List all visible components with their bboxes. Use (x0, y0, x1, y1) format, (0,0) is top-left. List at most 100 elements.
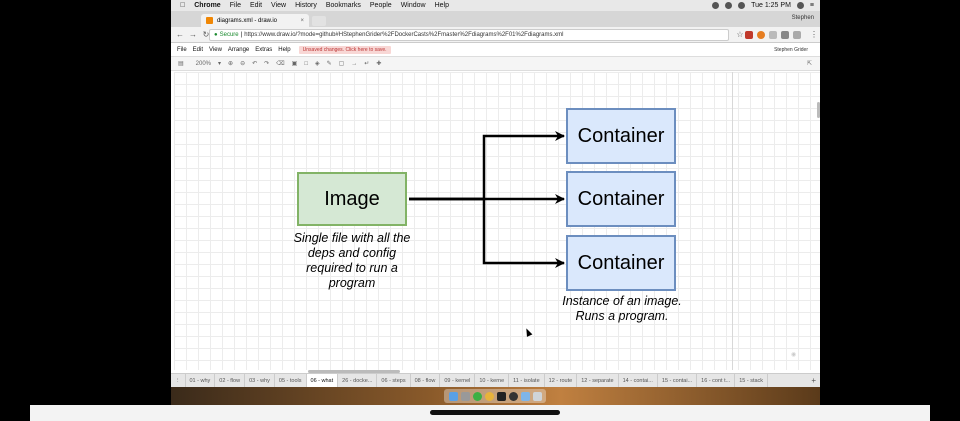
menubar-bookmarks[interactable]: Bookmarks (326, 2, 361, 9)
page-tab[interactable]: 02 - flow (215, 373, 246, 388)
waypoints-icon[interactable]: ↵ (364, 60, 369, 67)
page-tab-active[interactable]: 06 - what (306, 373, 339, 388)
page-tab[interactable]: 15 - stack (735, 373, 769, 388)
page-tab[interactable]: 03 - why (245, 373, 275, 388)
zoom-out-icon[interactable]: ⊖ (240, 60, 245, 67)
vertical-scrollbar[interactable] (817, 102, 820, 118)
redo-icon[interactable]: ↷ (264, 60, 269, 67)
browser-profile-name[interactable]: Stephen (792, 15, 814, 21)
page-tabs-menu-icon[interactable]: ⋮ (171, 373, 186, 388)
shadow-icon[interactable]: ▢ (339, 60, 345, 67)
menubar-window[interactable]: Window (401, 2, 426, 9)
url-text: https://www.draw.io/?mode=github#HStephe… (244, 32, 564, 38)
format-panel-icon[interactable]: ▤ (178, 60, 184, 67)
app-icon[interactable] (472, 391, 482, 401)
menubar-clock[interactable]: Tue 1:25 PM (751, 2, 791, 9)
to-back-icon[interactable]: □ (304, 61, 308, 67)
bookmark-star-icon[interactable]: ☆ (736, 30, 744, 39)
undo-icon[interactable]: ↶ (252, 60, 257, 67)
chevron-down-icon[interactable]: ▾ (218, 60, 221, 67)
menubar-view[interactable]: View (271, 2, 286, 9)
page-tab[interactable]: 09 - kernel (440, 373, 476, 388)
extension-icon-1[interactable] (745, 31, 753, 39)
container-shape-3[interactable]: Container (566, 235, 676, 291)
drawio-menu-arrange[interactable]: Arrange (228, 47, 249, 53)
page-tab[interactable]: 14 - contai... (619, 373, 658, 388)
drawio-menu-edit[interactable]: Edit (193, 47, 203, 53)
fullscreen-icon[interactable]: ⇱ (807, 60, 812, 67)
page-tab[interactable]: 01 - why (186, 373, 216, 388)
screen:  Chrome File Edit View History Bookmark… (171, 0, 820, 405)
page-tab[interactable]: 15 - contai... (658, 373, 698, 388)
browser-tab-strip: diagrams.xml - draw.io × Stephen (171, 11, 820, 27)
app-icon[interactable] (508, 391, 518, 401)
notification-center-icon[interactable]: ≡ (810, 2, 814, 9)
apple-icon[interactable]:  (180, 2, 185, 9)
back-icon[interactable]: ← (176, 30, 184, 39)
page-tabs-bar: ⋮ 01 - why 02 - flow 03 - why 05 - tools… (171, 373, 820, 388)
terminal-icon[interactable] (496, 391, 506, 401)
extension-icon-4[interactable] (781, 31, 789, 39)
image-shape[interactable]: Image (297, 172, 407, 226)
page-tab[interactable]: 12 - separate (577, 373, 619, 388)
drawio-menu-extras[interactable]: Extras (255, 47, 272, 53)
menubar-file[interactable]: File (230, 2, 241, 9)
forward-icon[interactable]: → (189, 30, 197, 39)
connection-icon[interactable]: → (351, 61, 357, 67)
lock-icon: ● (214, 32, 218, 38)
status-icon[interactable] (712, 2, 720, 9)
container-shape-label: Container (577, 124, 665, 147)
arrow-image-to-container-3[interactable] (409, 197, 565, 268)
folder-icon[interactable] (520, 391, 530, 401)
diagram-canvas[interactable]: Image Single file with all the deps and … (174, 72, 820, 373)
container-caption[interactable]: Instance of an image. Runs a program. (552, 294, 692, 324)
menubar-history[interactable]: History (295, 2, 317, 9)
menubar-people[interactable]: People (370, 2, 392, 9)
page-tab[interactable]: 05 - tools (275, 373, 307, 388)
new-tab-button[interactable] (312, 16, 326, 26)
spotlight-icon[interactable] (796, 2, 804, 9)
wifi-icon[interactable] (725, 2, 733, 9)
line-color-icon[interactable]: ✎ (327, 60, 332, 67)
url-input[interactable]: ● Secure | https://www.draw.io/?mode=git… (209, 29, 729, 41)
drawio-menu-help[interactable]: Help (278, 47, 290, 53)
unsaved-changes-button[interactable]: Unsaved changes. Click here to save. (298, 45, 391, 54)
extension-icon-3[interactable] (769, 31, 777, 39)
finder-icon[interactable] (448, 391, 458, 401)
zoom-in-icon[interactable]: ⊕ (228, 60, 233, 67)
drawio-user-name[interactable]: Stephen Grider (774, 47, 808, 53)
insert-icon[interactable]: ✚ (376, 60, 381, 67)
chrome-menu-icon[interactable]: ⋮ (810, 30, 818, 39)
extension-icon-2[interactable] (757, 31, 765, 39)
app-icon[interactable] (460, 391, 470, 401)
container-shape-1[interactable]: Container (566, 108, 676, 164)
menubar-help[interactable]: Help (435, 2, 449, 9)
extension-icon-5[interactable] (793, 31, 801, 39)
home-indicator[interactable] (430, 410, 560, 415)
page-tab[interactable]: 06 - steps (377, 373, 411, 388)
fill-color-icon[interactable]: ◈ (315, 60, 320, 67)
drawio-favicon-icon (206, 17, 213, 24)
page-tab[interactable]: 16 - cont t... (697, 373, 736, 388)
drawio-menu-file[interactable]: File (177, 47, 187, 53)
menubar-app-chrome[interactable]: Chrome (194, 2, 220, 9)
battery-icon[interactable] (738, 2, 746, 9)
container-shape-2[interactable]: Container (566, 171, 676, 227)
menubar-edit[interactable]: Edit (250, 2, 262, 9)
to-front-icon[interactable]: ▣ (292, 60, 298, 67)
page-tab[interactable]: 11 - isolate (509, 373, 545, 388)
drawio-menu-view[interactable]: View (209, 47, 222, 53)
image-caption[interactable]: Single file with all the deps and config… (286, 231, 418, 291)
page-tab[interactable]: 26 - docke... (338, 373, 378, 388)
zoom-select[interactable]: 200% (196, 61, 211, 67)
tab-close-icon[interactable]: × (300, 18, 304, 24)
browser-tab[interactable]: diagrams.xml - draw.io × (201, 14, 309, 27)
delete-icon[interactable]: ⌫ (276, 60, 284, 67)
page-tab[interactable]: 08 - flow (411, 373, 441, 388)
arrow-image-to-container-1[interactable] (409, 131, 565, 201)
page-tab[interactable]: 12 - route (545, 373, 578, 388)
page-tab[interactable]: 10 - kerne (475, 373, 510, 388)
trash-icon[interactable] (532, 391, 542, 401)
add-page-icon[interactable]: + (811, 374, 816, 388)
chrome-icon[interactable] (484, 391, 494, 401)
